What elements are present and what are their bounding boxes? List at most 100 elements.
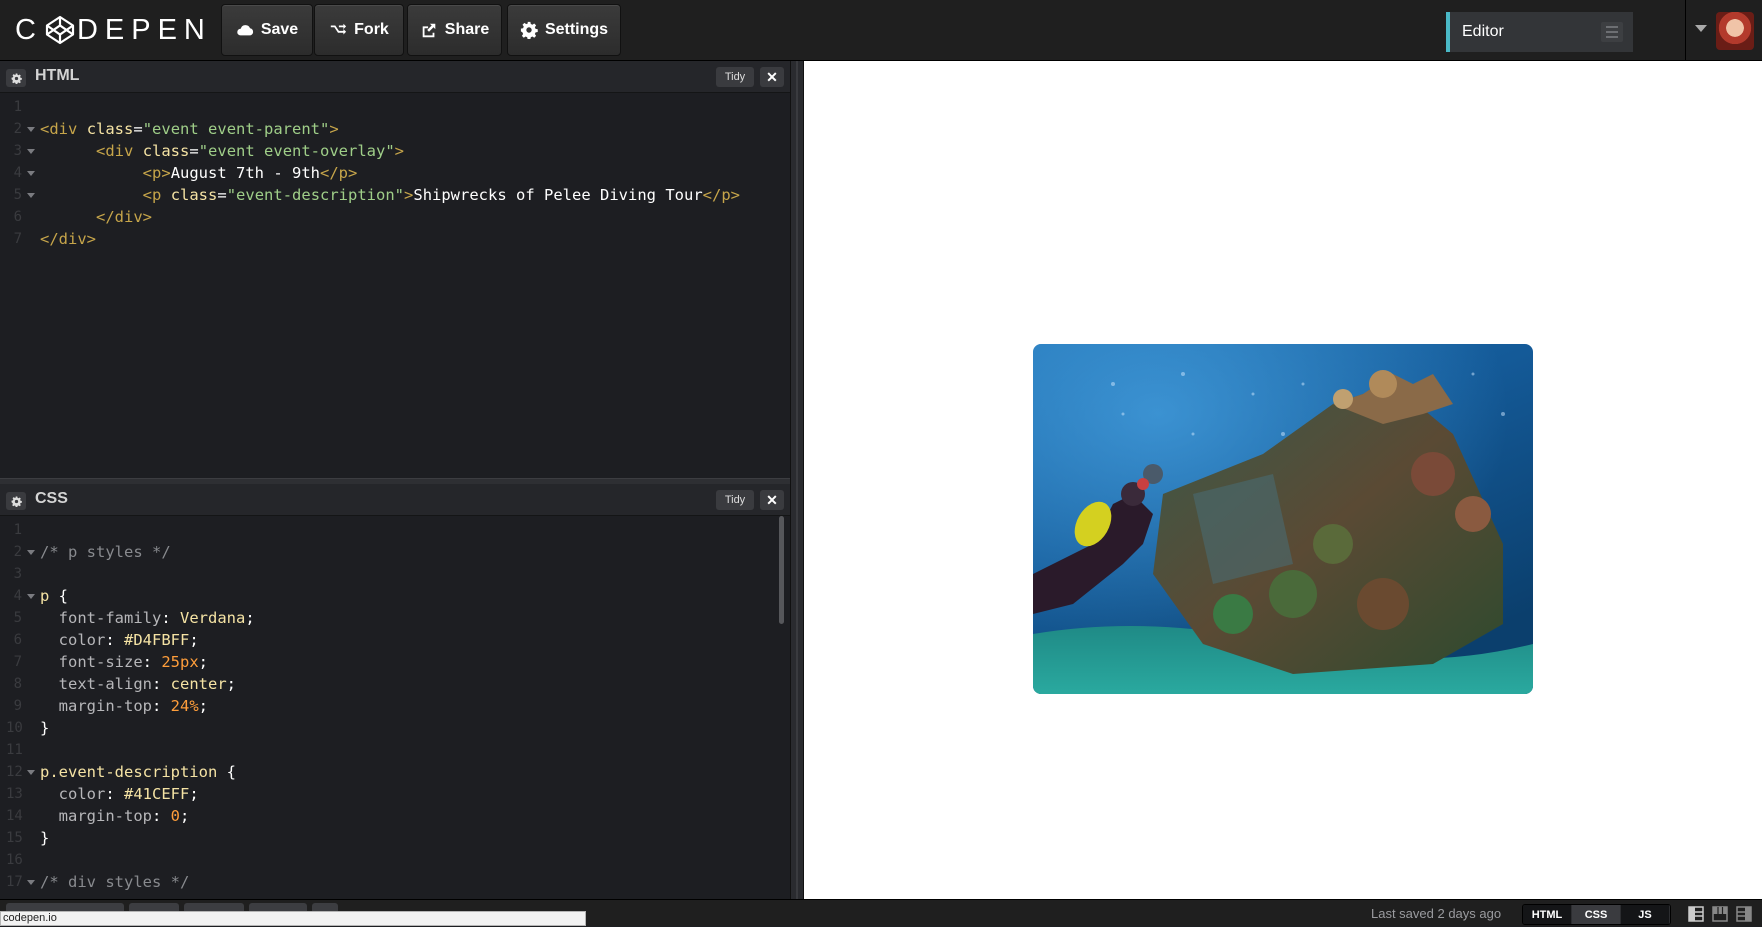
code-text: p.event-description { (40, 761, 236, 783)
code-line[interactable]: 1 (0, 96, 790, 118)
line-number: 5 (13, 187, 22, 203)
css-editor-panel: CSS Tidy ✕ 1 2/* p styles */3 4 p {5 font-f… (0, 484, 790, 899)
layout-left-icon[interactable] (1688, 906, 1704, 922)
code-line[interactable]: 9 margin-top: 24%; (0, 695, 790, 717)
css-scrollbar[interactable] (779, 516, 784, 624)
css-tidy-button[interactable]: Tidy (716, 490, 754, 510)
codepen-logo[interactable]: C DEPEN (15, 10, 212, 50)
code-line[interactable]: 11 (0, 739, 790, 761)
save-button[interactable]: Save (221, 4, 313, 56)
code-token: p.event-description (40, 763, 218, 781)
fold-arrow-icon[interactable] (27, 770, 35, 775)
last-saved-status: Last saved 2 days ago (1371, 906, 1502, 921)
share-button[interactable]: Share (407, 4, 502, 56)
avatar[interactable] (1716, 12, 1754, 50)
preview-pane[interactable] (804, 61, 1762, 899)
line-number: 17 (6, 874, 23, 890)
layout-top-icon[interactable] (1712, 906, 1728, 922)
logo-letters-depen: DEPEN (76, 13, 212, 46)
code-line[interactable]: 6 </div> (0, 206, 790, 228)
line-number: 3 (13, 143, 22, 159)
css-code-area[interactable]: 1 2/* p styles */ 3 4 p {5 font-family: Verd… (0, 519, 790, 893)
code-line[interactable]: 1 (0, 519, 790, 541)
view-mode-select[interactable]: Editor (1446, 12, 1633, 52)
chevron-down-icon[interactable] (1695, 25, 1707, 32)
code-text: <p class="event-description">Shipwrecks … (40, 184, 740, 206)
toggle-js[interactable]: JS (1621, 905, 1670, 924)
line-number: 15 (6, 830, 23, 846)
code-line[interactable]: 3 <div class="event event-overlay"> (0, 140, 790, 162)
code-token: class (170, 186, 218, 204)
menu-icon[interactable] (1601, 22, 1623, 42)
html-tidy-button[interactable]: Tidy (716, 67, 754, 87)
close-icon[interactable]: ✕ (760, 490, 784, 510)
codepen-logo-icon (45, 15, 75, 45)
code-line[interactable]: 17 /* div styles */ (0, 871, 790, 893)
code-token: < (142, 164, 152, 182)
fold-arrow-icon[interactable] (27, 171, 35, 176)
fold-arrow-icon[interactable] (27, 193, 35, 198)
fork-button[interactable]: Fork (314, 4, 404, 56)
code-line[interactable]: 3 (0, 563, 790, 585)
code-text: p { (40, 585, 68, 607)
code-token: { (49, 587, 69, 605)
close-icon[interactable]: ✕ (760, 67, 784, 87)
fold-arrow-icon[interactable] (27, 880, 35, 885)
code-line[interactable]: 16 (0, 849, 790, 871)
preview-resize-handle[interactable] (790, 61, 804, 899)
fold-arrow-icon[interactable] (27, 127, 35, 132)
code-token: </ (96, 208, 115, 226)
settings-button[interactable]: Settings (507, 4, 621, 56)
layout-right-icon[interactable] (1736, 906, 1752, 922)
code-token: 25px (161, 653, 199, 671)
code-token: > (730, 186, 741, 204)
code-line[interactable]: 8 text-align: center; (0, 673, 790, 695)
code-text: <p>August 7th - 9th</p> (40, 162, 358, 184)
code-line[interactable]: 10} (0, 717, 790, 739)
code-line[interactable]: 12 p.event-description { (0, 761, 790, 783)
console-tab[interactable] (184, 903, 244, 911)
console-tab[interactable] (129, 903, 179, 911)
code-token: Verdana (180, 609, 246, 627)
code-token: ; (245, 609, 255, 627)
line-number: 3 (13, 566, 22, 582)
share-icon (422, 23, 436, 38)
fold-arrow-icon[interactable] (27, 149, 35, 154)
code-line[interactable]: 6 color: #D4FBFF; (0, 629, 790, 651)
code-line[interactable]: 5 font-family: Verdana; (0, 607, 790, 629)
code-token: > (404, 186, 414, 204)
fold-arrow-icon[interactable] (27, 594, 35, 599)
line-number: 4 (13, 165, 22, 181)
code-line[interactable]: 5 <p class="event-description">Shipwreck… (0, 184, 790, 206)
code-line[interactable]: 7 </div> (0, 228, 790, 250)
code-token: < (96, 142, 106, 160)
toggle-css[interactable]: CSS (1572, 905, 1621, 924)
code-text: /* div styles */ (40, 871, 189, 893)
console-tab[interactable] (249, 903, 307, 911)
css-settings-button[interactable] (6, 492, 26, 510)
code-line[interactable]: 13 color: #41CEFF; (0, 783, 790, 805)
code-line[interactable]: 14 margin-top: 0; (0, 805, 790, 827)
html-settings-button[interactable] (6, 69, 26, 87)
code-text: font-size: 25px; (40, 651, 208, 673)
code-line[interactable]: 4 <p>August 7th - 9th</p> (0, 162, 790, 184)
line-number: 12 (6, 764, 23, 780)
top-bar: C DEPEN Save Fork Share Settings Editor (0, 0, 1762, 61)
code-line[interactable]: 7 font-size: 25px; (0, 651, 790, 673)
console-tab[interactable] (6, 903, 124, 911)
code-line[interactable]: 2 /* p styles */ (0, 541, 790, 563)
fold-arrow-icon[interactable] (27, 550, 35, 555)
code-line[interactable]: 4 p { (0, 585, 790, 607)
fork-icon (330, 23, 347, 35)
html-code-area[interactable]: 1 2 <div class="event event-parent"> 3 <div… (0, 96, 790, 250)
console-tab[interactable] (312, 903, 338, 911)
code-token: p (152, 186, 162, 204)
code-token: = (217, 186, 227, 204)
code-line[interactable]: 2 <div class="event event-parent"> (0, 118, 790, 140)
toggle-html[interactable]: HTML (1523, 905, 1572, 924)
status-url: codepen.io (0, 911, 586, 926)
code-line[interactable]: 15} (0, 827, 790, 849)
